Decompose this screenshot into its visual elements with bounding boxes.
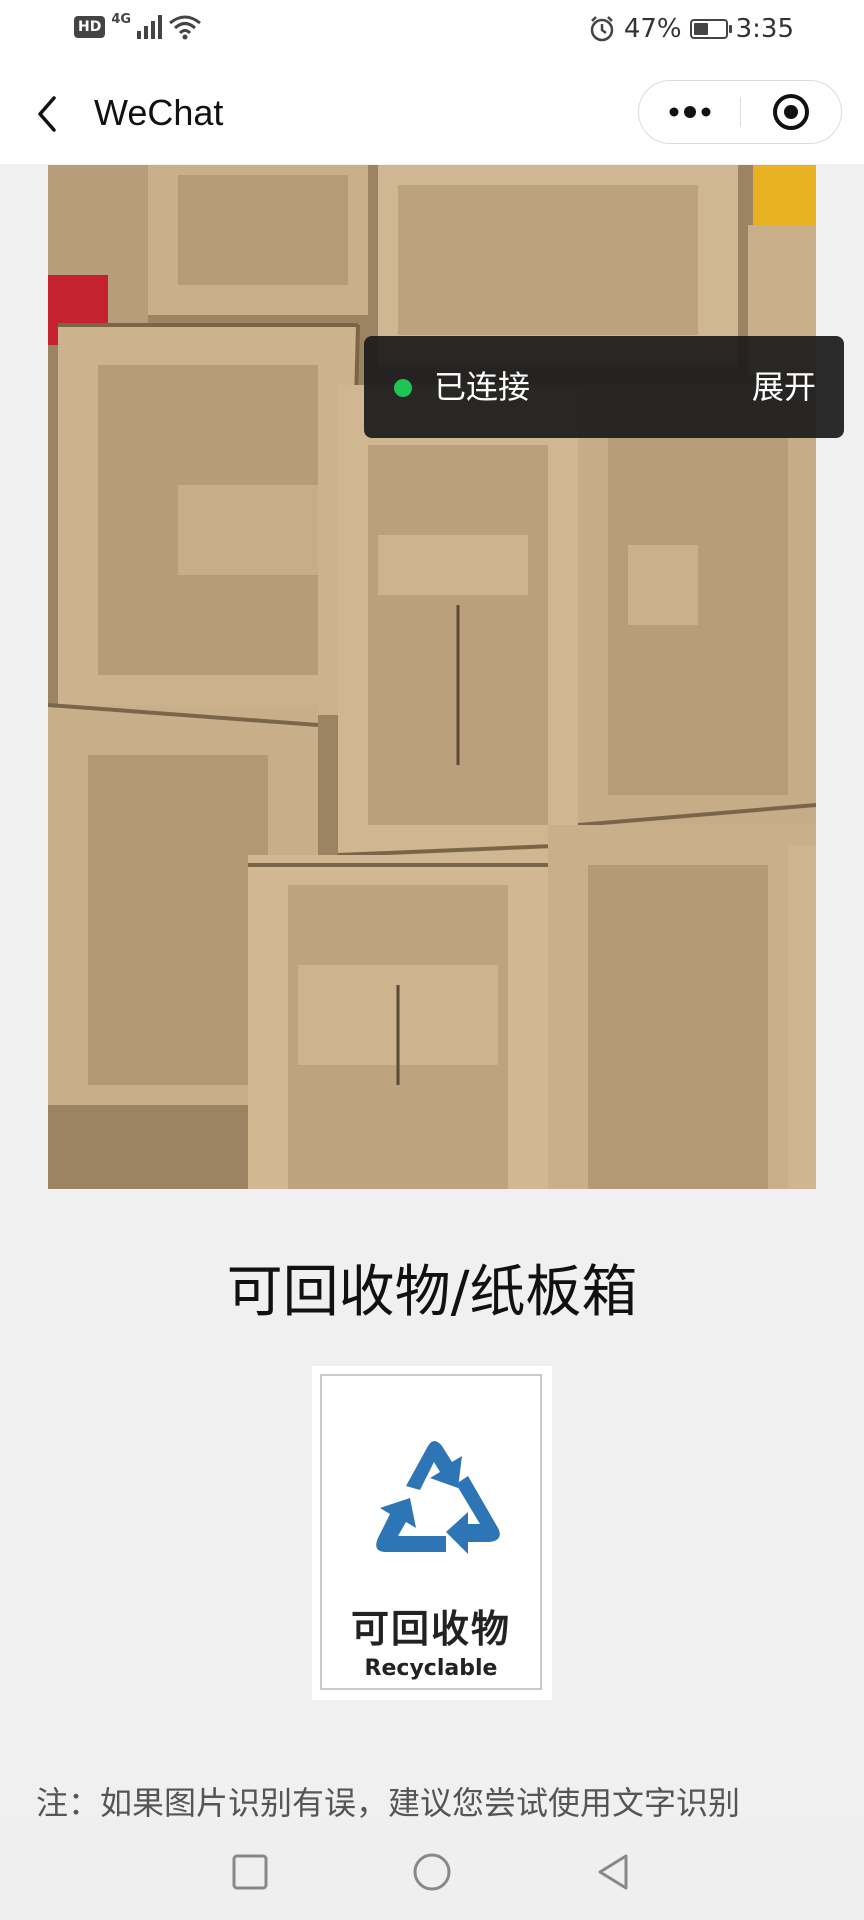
clock-time: 3:35 bbox=[735, 14, 794, 44]
uploaded-photo bbox=[48, 165, 816, 1189]
battery-percent: 47% bbox=[623, 14, 682, 44]
status-bar: HD 4G 47% 3:35 bbox=[0, 0, 864, 64]
recycle-icon bbox=[376, 1441, 500, 1554]
target-close-icon bbox=[773, 94, 809, 130]
battery-fill bbox=[693, 23, 708, 35]
system-nav-bar bbox=[0, 1820, 864, 1920]
close-button[interactable] bbox=[741, 81, 841, 143]
chevron-left-icon bbox=[38, 96, 56, 132]
connection-status-text: 已连接 bbox=[434, 368, 531, 406]
recyclable-sign-border: 可回收物 Recyclable bbox=[320, 1374, 542, 1690]
nav-bar: WeChat bbox=[0, 64, 864, 164]
wifi-icon bbox=[169, 15, 201, 40]
mini-program-capsule bbox=[638, 80, 842, 144]
battery-icon bbox=[689, 19, 732, 39]
network-type-label: 4G bbox=[111, 11, 132, 27]
home-button[interactable] bbox=[410, 1850, 454, 1894]
back-triangle-icon bbox=[598, 1854, 628, 1890]
recent-apps-button[interactable] bbox=[228, 1850, 272, 1894]
expand-button[interactable]: 展开 bbox=[752, 368, 816, 406]
system-back-button[interactable] bbox=[592, 1850, 636, 1894]
recyclable-sign: 可回收物 Recyclable bbox=[312, 1366, 552, 1700]
signal-icon bbox=[137, 15, 163, 39]
recent-apps-square-icon bbox=[232, 1854, 268, 1890]
hd-badge: HD bbox=[74, 16, 106, 38]
connection-toast: 已连接 展开 bbox=[364, 336, 844, 438]
back-button[interactable] bbox=[28, 90, 68, 138]
cardboard-boxes-image bbox=[48, 165, 816, 1189]
recyclable-cn-label: 可回收物 bbox=[350, 1607, 511, 1651]
connected-status-dot bbox=[394, 379, 412, 397]
status-left: HD 4G bbox=[74, 11, 202, 40]
alarm-icon bbox=[590, 16, 614, 42]
result-title: 可回收物/纸板箱 bbox=[226, 1260, 638, 1325]
more-button[interactable] bbox=[639, 81, 740, 143]
more-dots-icon bbox=[669, 106, 710, 118]
status-right: 47% 3:35 bbox=[588, 14, 794, 44]
recyclable-en-label: Recyclable bbox=[364, 1656, 498, 1681]
home-circle-icon bbox=[413, 1853, 451, 1891]
nav-title: WeChat bbox=[94, 92, 224, 133]
